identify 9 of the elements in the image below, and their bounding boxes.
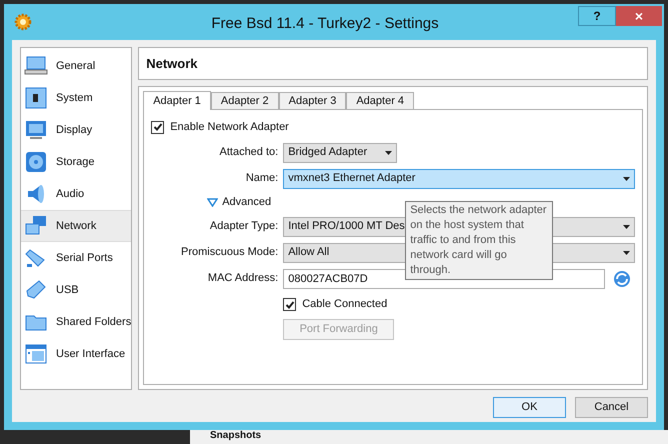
field-label: MAC Address: — [206, 271, 280, 286]
field-label: Adapter Type: — [208, 219, 280, 234]
window-title: Free Bsd 11.4 - Turkey2 - Settings — [211, 14, 439, 34]
page-title: Network — [146, 54, 198, 73]
tooltip: Selects the network adapter on the host system that traffic to and from this network card will go through. — [405, 201, 554, 280]
field-label: Name: — [244, 171, 280, 186]
field-label: Promiscuous Mode: — [180, 245, 280, 260]
panel-heading: Snapshots — [210, 430, 262, 442]
field-label: Attached to: — [218, 145, 280, 160]
